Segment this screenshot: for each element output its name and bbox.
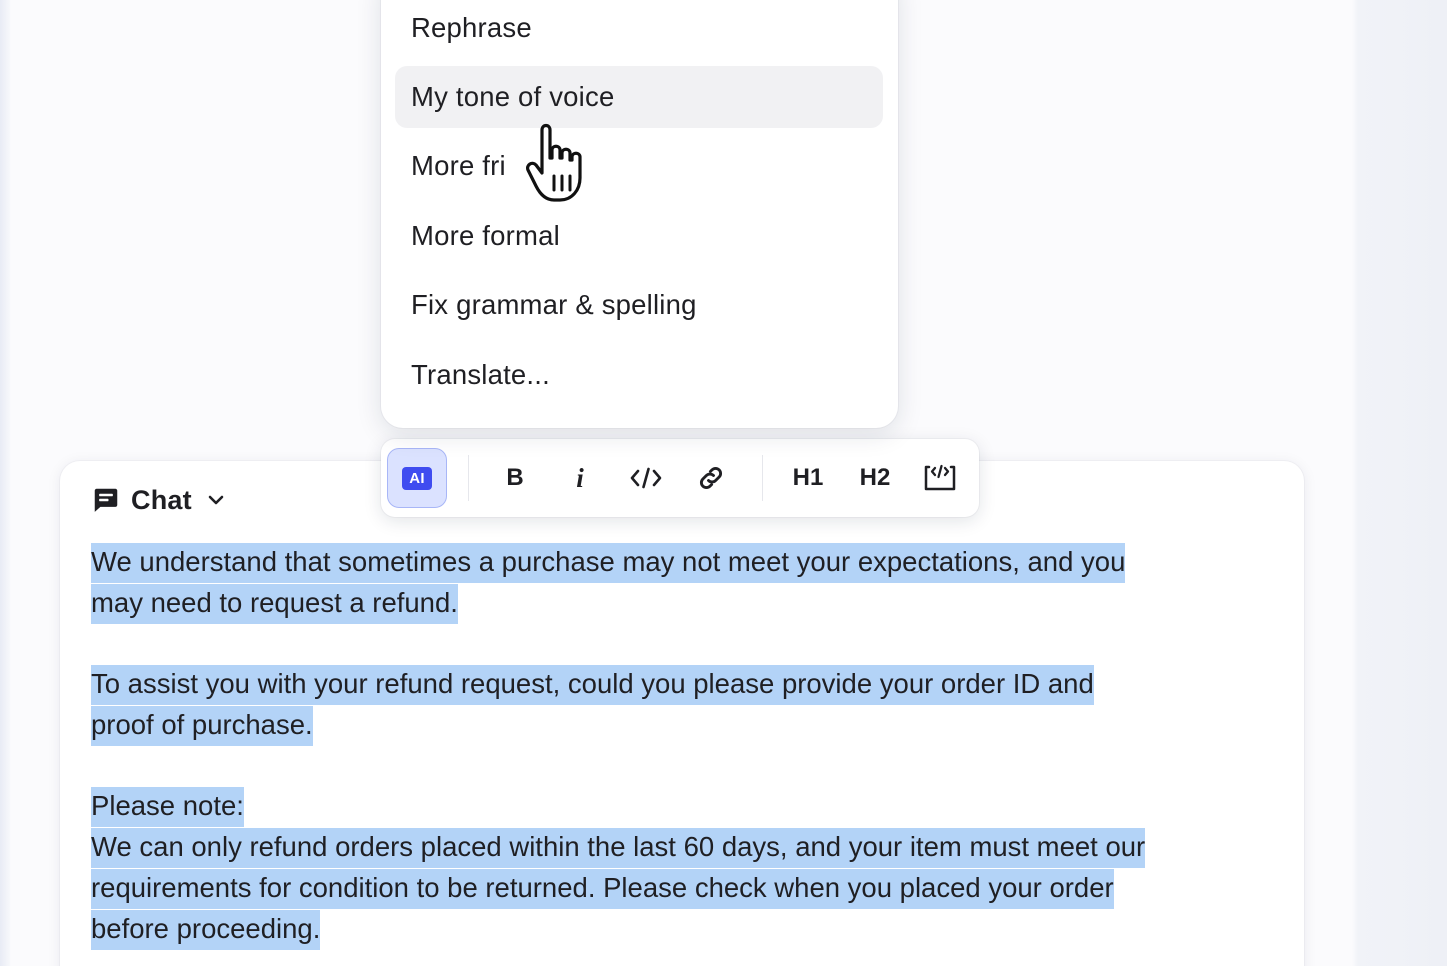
h2-button[interactable]: H2: [845, 448, 905, 508]
bold-button[interactable]: B: [485, 448, 545, 508]
paragraph-intro: We understand that sometimes a purchase …: [91, 541, 1291, 624]
menu-item-translate[interactable]: Translate...: [395, 344, 883, 406]
menu-item-label: My tone of voice: [411, 81, 615, 112]
paragraph-note: Please note: We can only refund orders pl…: [91, 785, 1291, 950]
left-panel-edge: [0, 0, 10, 966]
menu-item-label: Translate...: [411, 359, 550, 390]
selected-text-line: may need to request a refund.: [91, 584, 458, 624]
code-block-button[interactable]: [910, 448, 970, 508]
h1-icon: H1: [792, 464, 824, 491]
menu-item-rephrase[interactable]: Rephrase: [395, 0, 883, 59]
menu-item-label: Fix grammar & spelling: [411, 289, 697, 320]
toolbar-divider: [762, 455, 763, 501]
page: Chat We understand that sometimes a purc…: [0, 0, 1447, 966]
selected-text-line: Please note:: [91, 787, 244, 827]
menu-item-more-friendly[interactable]: More fri: [395, 135, 883, 197]
message-body[interactable]: We understand that sometimes a purchase …: [91, 541, 1291, 950]
code-icon: [630, 467, 662, 489]
code-block-icon: [924, 464, 956, 491]
link-icon: [699, 466, 723, 490]
menu-item-more-formal[interactable]: More formal: [395, 205, 883, 267]
channel-selector[interactable]: Chat: [91, 483, 226, 517]
selected-text-line: requirements for condition to be returne…: [91, 869, 1114, 909]
paragraph-request: To assist you with your refund request, …: [91, 663, 1291, 746]
channel-label: Chat: [131, 484, 192, 515]
menu-item-my-tone-of-voice[interactable]: My tone of voice: [395, 66, 883, 128]
toolbar-divider: [468, 455, 469, 501]
italic-icon: i: [576, 462, 584, 493]
selected-text-line: We understand that sometimes a purchase …: [91, 543, 1126, 583]
formatting-toolbar: AI B i H1 H2: [381, 439, 979, 517]
chevron-down-icon: [208, 495, 224, 505]
menu-item-fix-grammar[interactable]: Fix grammar & spelling: [395, 274, 883, 336]
selected-text-line: proof of purchase.: [91, 706, 313, 746]
ai-icon: AI: [402, 466, 432, 490]
ai-button[interactable]: AI: [387, 448, 447, 508]
link-button[interactable]: [681, 448, 741, 508]
menu-item-label: More formal: [411, 220, 560, 251]
h1-button[interactable]: H1: [778, 448, 838, 508]
bold-icon: B: [506, 464, 524, 491]
italic-button[interactable]: i: [550, 448, 610, 508]
selected-text-line: We can only refund orders placed within …: [91, 828, 1146, 868]
selected-text-line: before proceeding.: [91, 910, 321, 950]
h2-icon: H2: [859, 464, 891, 491]
reply-composer[interactable]: Chat We understand that sometimes a purc…: [60, 461, 1304, 966]
ai-actions-menu: Rephrase My tone of voice More fri More …: [381, 0, 898, 428]
menu-item-label: More fri: [411, 150, 506, 181]
code-button[interactable]: [616, 448, 676, 508]
menu-item-label: Rephrase: [411, 12, 532, 43]
chat-bubble-icon: [94, 488, 118, 512]
selected-text-line: To assist you with your refund request, …: [91, 665, 1094, 705]
